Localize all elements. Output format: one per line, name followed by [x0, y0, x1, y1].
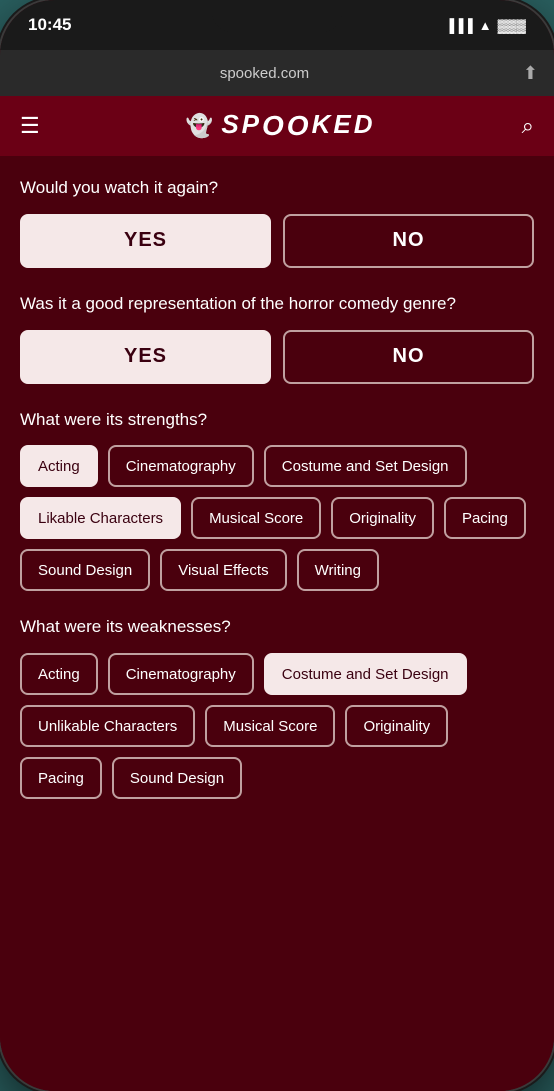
phone-screen: 10:45 ▐▐▐ ▲ ▓▓▓ spooked.com ⬆ ☰ 👻 SPooKE… — [0, 0, 554, 1091]
weakness-costume-tag[interactable]: Costume and Set Design — [264, 653, 467, 695]
browser-bar: spooked.com ⬆ — [0, 50, 554, 96]
logo-text: SPooKED — [221, 109, 375, 142]
weakness-musical-tag[interactable]: Musical Score — [205, 705, 335, 747]
weaknesses-label: What were its weaknesses? — [20, 615, 534, 639]
status-time: 10:45 — [28, 15, 71, 35]
horror-comedy-yes-button[interactable]: YES — [20, 330, 271, 384]
main-content: Would you watch it again? YES NO Was it … — [0, 156, 554, 1091]
strengths-label: What were its strengths? — [20, 408, 534, 432]
strength-cinematography-tag[interactable]: Cinematography — [108, 445, 254, 487]
strength-pacing-tag[interactable]: Pacing — [444, 497, 526, 539]
strength-writing-tag[interactable]: Writing — [297, 549, 379, 591]
strength-costume-tag[interactable]: Costume and Set Design — [264, 445, 467, 487]
strength-sound-tag[interactable]: Sound Design — [20, 549, 150, 591]
share-icon[interactable]: ⬆ — [523, 63, 538, 84]
search-icon[interactable]: ⌕ — [522, 113, 534, 139]
menu-icon[interactable]: ☰ — [20, 113, 40, 139]
weakness-sound-tag[interactable]: Sound Design — [112, 757, 242, 799]
watch-again-buttons: YES NO — [20, 214, 534, 268]
strengths-section: What were its strengths? Acting Cinemato… — [20, 408, 534, 592]
watch-again-no-button[interactable]: NO — [283, 214, 534, 268]
horror-comedy-buttons: YES NO — [20, 330, 534, 384]
weaknesses-tags: Acting Cinematography Costume and Set De… — [20, 653, 534, 799]
ghost-icon: 👻 — [186, 113, 213, 139]
watch-again-label: Would you watch it again? — [20, 176, 534, 200]
browser-url: spooked.com — [16, 65, 513, 82]
weakness-unlikable-tag[interactable]: Unlikable Characters — [20, 705, 195, 747]
weaknesses-section: What were its weaknesses? Acting Cinemat… — [20, 615, 534, 799]
app-header: ☰ 👻 SPooKED ⌕ — [0, 96, 554, 156]
horror-comedy-label: Was it a good representation of the horr… — [20, 292, 534, 316]
signal-icon: ▐▐▐ — [445, 18, 473, 33]
wifi-icon: ▲ — [479, 18, 492, 33]
horror-comedy-no-button[interactable]: NO — [283, 330, 534, 384]
header-logo: 👻 SPooKED — [186, 109, 376, 142]
notch — [212, 0, 342, 32]
phone-frame: 10:45 ▐▐▐ ▲ ▓▓▓ spooked.com ⬆ ☰ 👻 SPooKE… — [0, 0, 554, 1091]
battery-icon: ▓▓▓ — [498, 18, 526, 33]
strength-visual-tag[interactable]: Visual Effects — [160, 549, 286, 591]
weakness-acting-tag[interactable]: Acting — [20, 653, 98, 695]
weakness-cinematography-tag[interactable]: Cinematography — [108, 653, 254, 695]
horror-comedy-section: Was it a good representation of the horr… — [20, 292, 534, 384]
watch-again-yes-button[interactable]: YES — [20, 214, 271, 268]
strength-musical-tag[interactable]: Musical Score — [191, 497, 321, 539]
weakness-pacing-tag[interactable]: Pacing — [20, 757, 102, 799]
strengths-tags: Acting Cinematography Costume and Set De… — [20, 445, 534, 591]
status-icons: ▐▐▐ ▲ ▓▓▓ — [445, 18, 526, 33]
strength-originality-tag[interactable]: Originality — [331, 497, 434, 539]
watch-again-section: Would you watch it again? YES NO — [20, 176, 534, 268]
strength-acting-tag[interactable]: Acting — [20, 445, 98, 487]
strength-likable-tag[interactable]: Likable Characters — [20, 497, 181, 539]
weakness-originality-tag[interactable]: Originality — [345, 705, 448, 747]
